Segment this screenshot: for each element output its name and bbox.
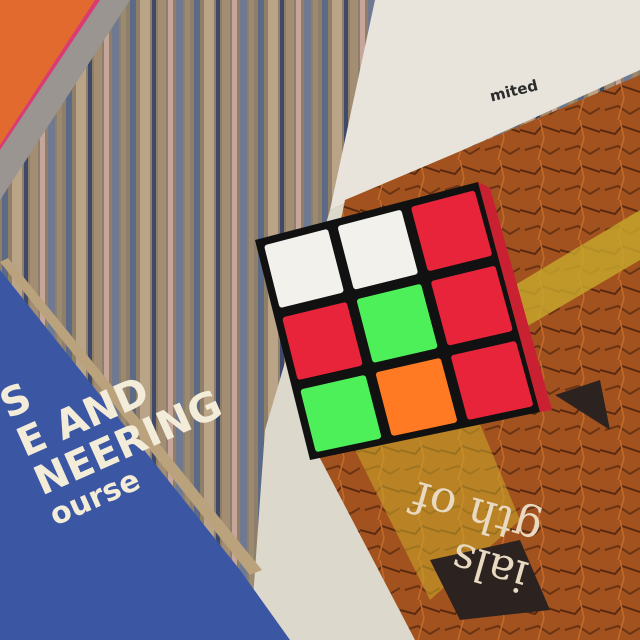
cube-sticker-orange [375, 358, 457, 436]
cube-sticker-white [338, 210, 418, 290]
cube-sticker-red [411, 190, 492, 271]
cube-sticker-green [357, 284, 438, 363]
scene-drawing [0, 0, 640, 640]
cube-sticker-red [431, 266, 513, 346]
cube-sticker-red [451, 341, 533, 420]
photo-scene: mited S E AND NEERING ourse ials gth of [0, 0, 640, 640]
